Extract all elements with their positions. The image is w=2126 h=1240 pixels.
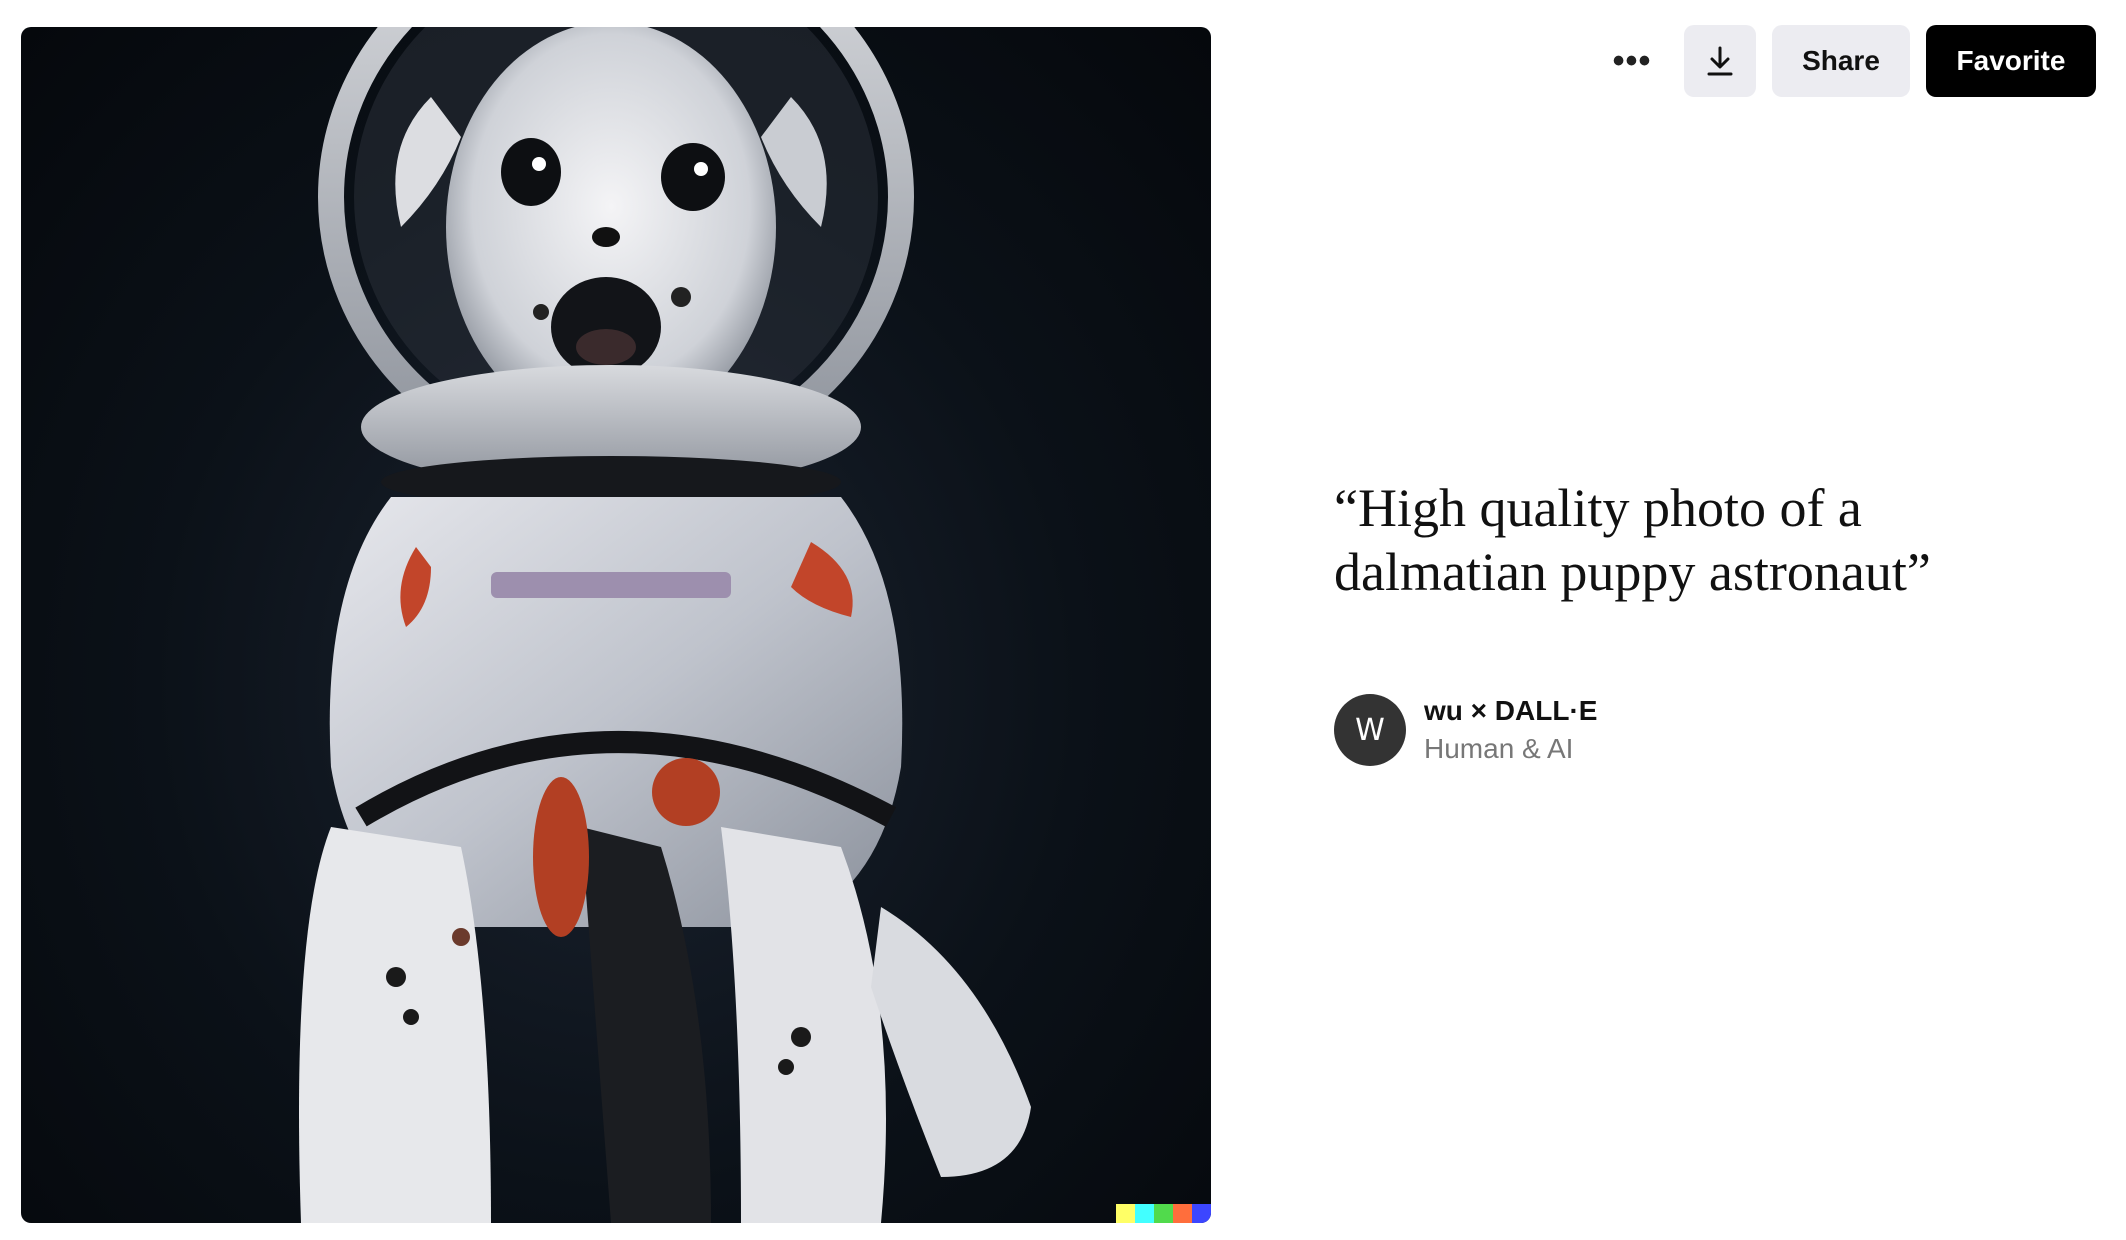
- favorite-button[interactable]: Favorite: [1926, 25, 2096, 97]
- download-icon: [1707, 46, 1733, 76]
- author-block[interactable]: W wu × DALL·E Human & AI: [1334, 694, 1597, 766]
- author-name[interactable]: wu × DALL·E: [1424, 695, 1597, 727]
- signature-swatch-orange: [1173, 1204, 1192, 1223]
- more-options-button[interactable]: •••: [1596, 25, 1668, 97]
- artwork-detail-page: ••• Share Favorite “High quality photo o…: [0, 0, 2126, 1240]
- share-button[interactable]: Share: [1772, 25, 1910, 97]
- author-text: wu × DALL·E Human & AI: [1424, 695, 1597, 765]
- more-horizontal-icon: •••: [1612, 41, 1652, 80]
- signature-swatch-green: [1154, 1204, 1173, 1223]
- signature-swatch-cyan: [1135, 1204, 1154, 1223]
- signature-swatch-yellow: [1116, 1204, 1135, 1223]
- author-role: Human & AI: [1424, 733, 1574, 764]
- puppy-astronaut-illustration: [299, 27, 1031, 1223]
- download-button[interactable]: [1684, 25, 1756, 97]
- avatar[interactable]: W: [1334, 694, 1406, 766]
- action-toolbar: ••• Share Favorite: [1596, 25, 2096, 97]
- artwork-image[interactable]: [21, 27, 1211, 1223]
- prompt-caption: “High quality photo of a dalmatian puppy…: [1334, 478, 1931, 602]
- signature-swatch-blue: [1192, 1204, 1211, 1223]
- dalle-signature-stripe: [1116, 1204, 1211, 1223]
